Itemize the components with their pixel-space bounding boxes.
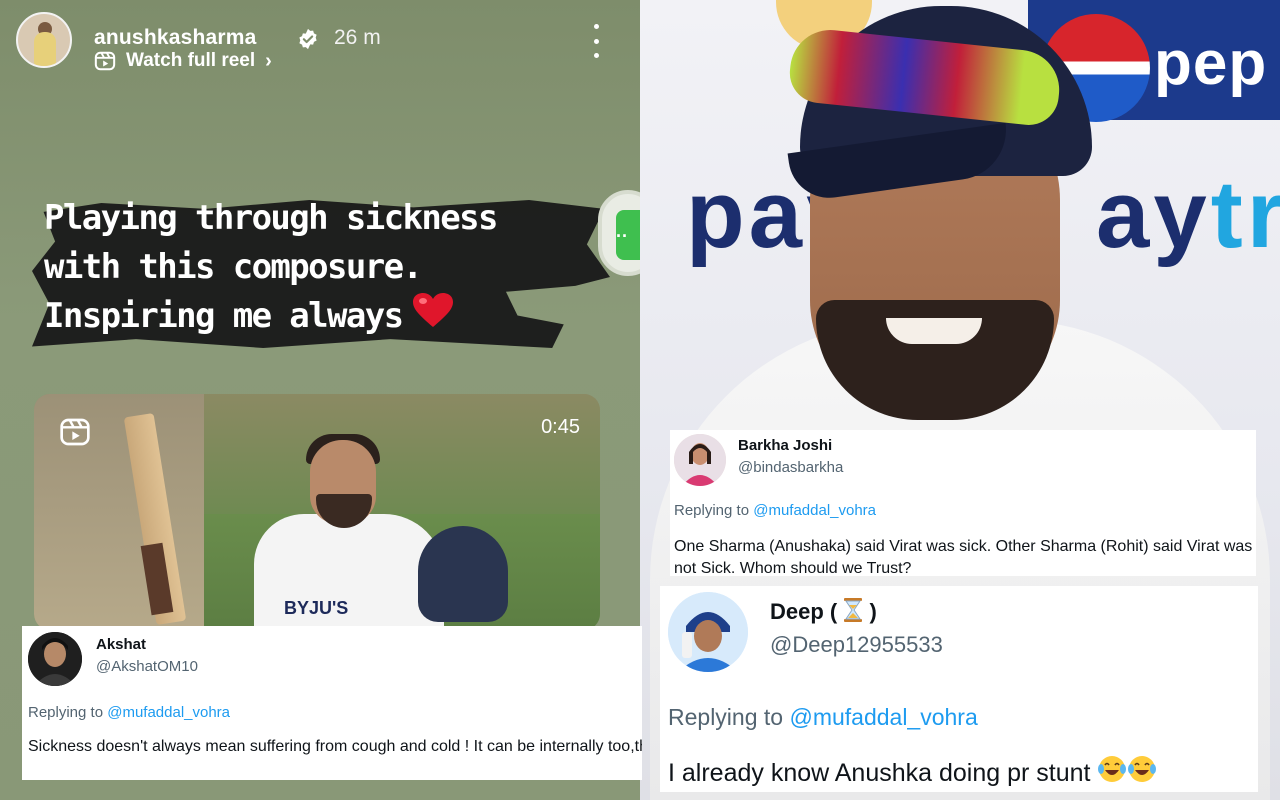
reel-preview[interactable]: BYJU'S 0:45 xyxy=(34,394,600,630)
laughing-crying-emoji-icon xyxy=(1128,756,1157,782)
heart-emoji-icon xyxy=(412,293,453,327)
tweet-author-handle[interactable]: @Deep12955533 xyxy=(770,632,943,658)
story-header: anushkasharma 26 m Watch full reel › xyxy=(16,12,616,72)
watch-full-reel-link[interactable]: Watch full reel › xyxy=(94,48,272,74)
caption-line-2: with this composure. xyxy=(44,247,423,287)
story-caption: Playing through sickness with this compo… xyxy=(28,190,618,360)
tweet-author-name[interactable]: Akshat xyxy=(96,636,146,653)
tweet-text: One Sharma (Anushaka) said Virat was sic… xyxy=(674,538,1253,577)
avatar[interactable] xyxy=(668,592,748,672)
tweet-author-name[interactable]: Deep ( ) xyxy=(770,598,877,625)
paytm-text-right: aytr xyxy=(1096,161,1280,268)
tweet-card-deep[interactable]: Deep ( ) @Deep12955533 Replying to @mufa… xyxy=(660,586,1258,792)
mention-link[interactable]: @mufaddal_vohra xyxy=(107,704,230,721)
tweet-card-barkha[interactable]: Barkha Joshi @bindasbarkha Replying to @… xyxy=(670,430,1256,577)
tweet-author-handle[interactable]: @AkshatOM10 xyxy=(96,658,198,675)
reel-duration: 0:45 xyxy=(541,416,580,438)
tweet-author-name[interactable]: Barkha Joshi xyxy=(738,437,832,454)
caption-line-1: Playing through sickness xyxy=(44,198,498,238)
story-avatar[interactable] xyxy=(16,12,72,68)
replying-to: Replying to @mufaddal_vohra xyxy=(674,502,877,519)
verified-badge-icon xyxy=(296,27,320,51)
story-username[interactable]: anushkasharma xyxy=(94,26,257,50)
player-figure xyxy=(254,514,444,630)
avatar[interactable] xyxy=(28,632,82,686)
tweet-text: Sickness doesn't always mean suffering f… xyxy=(28,738,642,755)
replying-to: Replying to @mufaddal_vohra xyxy=(28,704,231,721)
hourglass-emoji-icon xyxy=(844,598,863,622)
mention-link[interactable]: @mufaddal_vohra xyxy=(753,502,876,519)
chevron-right-icon: › xyxy=(265,49,272,72)
sticker-button[interactable]: .. xyxy=(598,190,640,276)
helmet xyxy=(418,526,508,622)
tweet-card-akshat[interactable]: Akshat @AkshatOM10 Replying to @mufaddal… xyxy=(22,626,642,780)
jersey-sponsor: BYJU'S xyxy=(284,598,349,618)
replying-to: Replying to @mufaddal_vohra xyxy=(668,704,978,730)
tweet-text: I already know Anushka doing pr stunt xyxy=(668,754,1258,788)
more-options-icon[interactable] xyxy=(592,24,600,58)
avatar[interactable] xyxy=(674,434,726,486)
reel-icon xyxy=(94,51,116,71)
reel-icon xyxy=(60,418,90,446)
caption-line-3: Inspiring me always xyxy=(44,292,624,341)
laughing-crying-emoji-icon xyxy=(1098,756,1127,782)
mention-link[interactable]: @mufaddal_vohra xyxy=(789,704,977,730)
tweet-author-handle[interactable]: @bindasbarkha xyxy=(738,459,843,476)
story-time: 26 m xyxy=(334,26,381,49)
pepsi-text: pep xyxy=(1154,29,1268,98)
watch-full-reel-label: Watch full reel xyxy=(126,50,256,71)
